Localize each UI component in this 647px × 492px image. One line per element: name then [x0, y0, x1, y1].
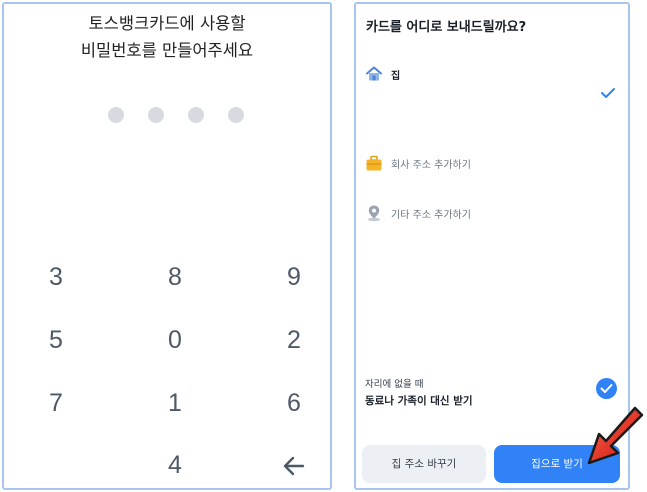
keypad-key[interactable]: 3	[21, 257, 91, 297]
check-icon	[601, 88, 615, 98]
check-icon	[600, 384, 613, 393]
address-option-work[interactable]: 회사 주소 추가하기	[365, 154, 615, 174]
address-option-other[interactable]: 기타 주소 추가하기	[365, 204, 615, 224]
change-address-button[interactable]: 집 주소 바꾸기	[362, 445, 486, 483]
location-pin-icon	[368, 205, 380, 222]
pin-indicator	[108, 107, 244, 123]
pin-dot	[228, 107, 244, 123]
keypad-key[interactable]: 8	[140, 257, 210, 297]
keypad-key[interactable]: 0	[140, 320, 210, 360]
pin-dot	[108, 107, 124, 123]
keypad-key[interactable]: 2	[259, 320, 329, 360]
pin-title-line2: 비밀번호를 만들어주세요	[80, 41, 254, 60]
pin-dot	[148, 107, 164, 123]
briefcase-icon	[366, 155, 382, 171]
address-option-label: 기타 주소 추가하기	[391, 210, 471, 221]
alt-receiver-checkbox[interactable]	[596, 378, 617, 399]
address-option-home[interactable]: 집	[365, 65, 615, 85]
keypad-key[interactable]: 6	[259, 383, 329, 423]
address-option-label: 집	[391, 71, 401, 82]
keypad-key[interactable]: 1	[140, 383, 210, 423]
address-option-label: 회사 주소 추가하기	[391, 160, 471, 171]
pin-title: 토스뱅크카드에 사용할 비밀번호를 만들어주세요	[4, 10, 330, 64]
keypad-key[interactable]: 9	[259, 257, 329, 297]
keypad-key[interactable]: 5	[21, 320, 91, 360]
red-arrow-pointer-icon	[587, 406, 644, 465]
backspace-key[interactable]	[259, 445, 329, 485]
alt-receiver-caption: 자리에 없을 때	[365, 379, 424, 390]
back-arrow-icon	[283, 457, 305, 476]
pin-dot	[188, 107, 204, 123]
page-title: 카드를 어디로 보내드릴까요?	[366, 20, 527, 35]
alt-receiver-label[interactable]: 동료나 가족이 대신 받기	[365, 393, 473, 408]
keypad-key[interactable]: 7	[21, 383, 91, 423]
home-icon	[366, 66, 382, 81]
pin-title-line1: 토스뱅크카드에 사용할	[88, 14, 246, 33]
keypad-key[interactable]: 4	[140, 445, 210, 485]
pin-entry-screen: 토스뱅크카드에 사용할 비밀번호를 만들어주세요 3 8 9 5 0 2 7 1…	[2, 2, 332, 490]
